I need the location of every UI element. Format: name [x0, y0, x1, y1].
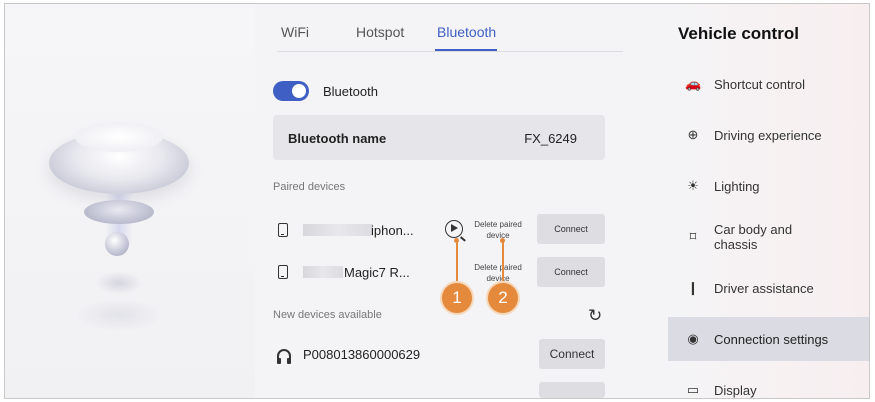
headphones-icon	[277, 349, 291, 364]
bluetooth-name-label: Bluetooth name	[288, 131, 387, 146]
menu-item-driver-assistance[interactable]: ❙ Driver assistance	[668, 266, 869, 310]
menu-item-label: Driver assistance	[714, 281, 814, 296]
callout-marker: 2	[486, 281, 520, 315]
car-icon: 🚗	[685, 76, 702, 91]
menu-item-label: Lighting	[714, 179, 760, 194]
redacted-device-name	[303, 266, 343, 278]
steering-wheel-icon: ⊕	[687, 127, 699, 142]
play-icon[interactable]	[445, 220, 466, 242]
callout-marker: 1	[440, 281, 474, 315]
illustration-dome-top	[75, 122, 163, 152]
available-device-name[interactable]: P008013860000629	[303, 347, 420, 362]
connection-icon: ◉	[687, 331, 699, 346]
bluetooth-toggle[interactable]	[273, 81, 309, 101]
connection-tabs: WiFi Hotspot Bluetooth	[277, 22, 623, 52]
menu-item-connection-settings[interactable]: ◉ Connection settings	[668, 317, 869, 361]
menu-item-label: Driving experience	[714, 128, 822, 143]
toggle-knob	[292, 84, 306, 98]
illustration-orb	[105, 232, 129, 256]
phone-icon	[278, 265, 288, 279]
display-icon: ▭	[686, 382, 700, 397]
menu-item-shortcut-control[interactable]: 🚗 Shortcut control	[668, 62, 869, 106]
paired-device-name[interactable]: Magic7 R...	[344, 265, 410, 280]
connect-button[interactable]: Connect	[537, 214, 605, 244]
menu-item-lighting[interactable]: ☀ Lighting	[668, 164, 869, 208]
menu-item-label: Display	[714, 383, 757, 398]
callout-line	[456, 240, 458, 283]
active-tab-indicator	[435, 49, 497, 51]
tab-wifi[interactable]: WiFi	[281, 24, 309, 40]
bluetooth-name-row[interactable]: Bluetooth name FX_6249	[273, 115, 605, 160]
driver-assist-icon: ❙	[687, 280, 699, 295]
bluetooth-toggle-label: Bluetooth	[323, 84, 378, 99]
tab-hotspot[interactable]: Hotspot	[356, 24, 404, 40]
menu-item-label: Shortcut control	[714, 77, 806, 92]
connectivity-illustration	[5, 4, 255, 398]
illustration-reflection	[97, 272, 141, 294]
illustration-disc	[84, 200, 154, 224]
callout-line	[502, 240, 504, 283]
redacted-device-name	[303, 224, 373, 236]
vehicle-control-title: Vehicle control	[678, 24, 799, 43]
connect-button[interactable]: Connect	[537, 257, 605, 287]
illustration-reflection-lower	[77, 300, 161, 330]
app-window: WiFi Hotspot Bluetooth Bluetooth Bluetoo…	[4, 3, 870, 399]
tab-bluetooth[interactable]: Bluetooth	[437, 24, 496, 40]
menu-item-display[interactable]: ▭ Display	[668, 368, 869, 398]
new-devices-heading: New devices available	[273, 309, 382, 321]
phone-icon	[278, 223, 288, 237]
connect-button[interactable]: Connect	[539, 339, 605, 369]
bluetooth-name-value: FX_6249	[524, 131, 577, 146]
menu-item-label: Car body and chassis	[714, 222, 793, 252]
menu-item-car-body-chassis[interactable]: ⌑ Car body and chassis	[668, 215, 869, 259]
paired-device-name[interactable]: iphon...	[371, 223, 414, 238]
light-icon: ☀	[687, 178, 699, 193]
menu-item-driving-experience[interactable]: ⊕ Driving experience	[668, 113, 869, 157]
connect-button-partial[interactable]	[539, 382, 605, 398]
delete-paired-device-button[interactable]: Delete paired device	[472, 219, 524, 241]
chassis-icon: ⌑	[689, 229, 697, 244]
menu-item-label: Connection settings	[714, 332, 829, 347]
refresh-icon[interactable]: ↻	[588, 307, 602, 324]
paired-devices-heading: Paired devices	[273, 181, 346, 193]
